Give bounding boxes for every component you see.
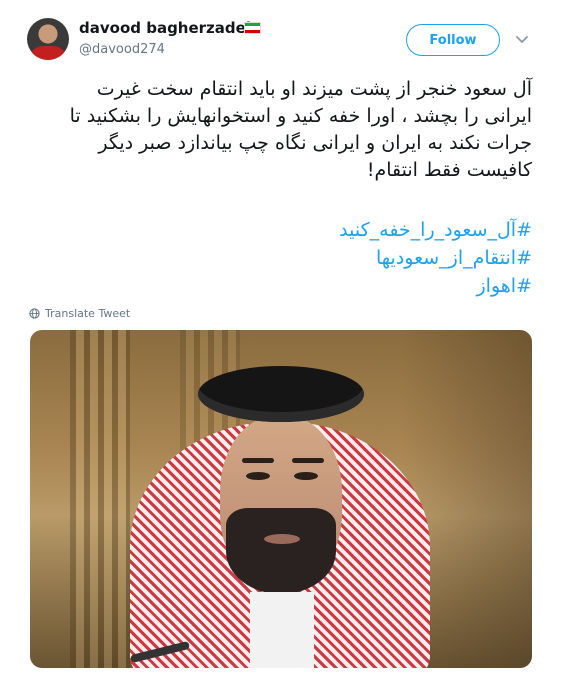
tweet-text: آل سعود خنجر از پشت میزند او باید انتقام…: [69, 78, 532, 181]
hashtag-link[interactable]: #انتقام_از_سعودیها: [30, 244, 532, 272]
follow-button[interactable]: Follow: [406, 24, 500, 56]
iran-flag-icon: [244, 22, 261, 34]
background-pillar-left: [70, 330, 130, 668]
tweet-header: davood bagherzadeh @davood274 Follow: [0, 0, 563, 80]
hashtag-link[interactable]: #آل_سعود_را_خفه_کنید: [30, 216, 532, 244]
left-eye: [246, 472, 270, 480]
user-handle[interactable]: @davood274: [79, 42, 165, 57]
headband: [198, 366, 364, 422]
right-eye: [294, 472, 318, 480]
globe-icon: [29, 307, 40, 319]
chevron-down-icon[interactable]: [515, 32, 529, 46]
mouth: [264, 534, 300, 544]
avatar-shirt: [31, 46, 65, 60]
user-display-name[interactable]: davood bagherzadeh: [79, 19, 257, 37]
beard: [226, 508, 336, 594]
translate-tweet-label: Translate Tweet: [45, 306, 131, 320]
left-brow: [242, 458, 274, 463]
hashtag-list: #آل_سعود_را_خفه_کنید #انتقام_از_سعودیها …: [30, 216, 532, 300]
hashtag-link[interactable]: #اهواز: [30, 272, 533, 300]
right-brow: [292, 458, 324, 463]
avatar[interactable]: [27, 18, 69, 60]
collar: [250, 592, 314, 668]
translate-tweet-link[interactable]: Translate Tweet: [29, 305, 130, 321]
tweet-photo[interactable]: [30, 330, 532, 668]
flag-stripe-red: [245, 29, 260, 33]
